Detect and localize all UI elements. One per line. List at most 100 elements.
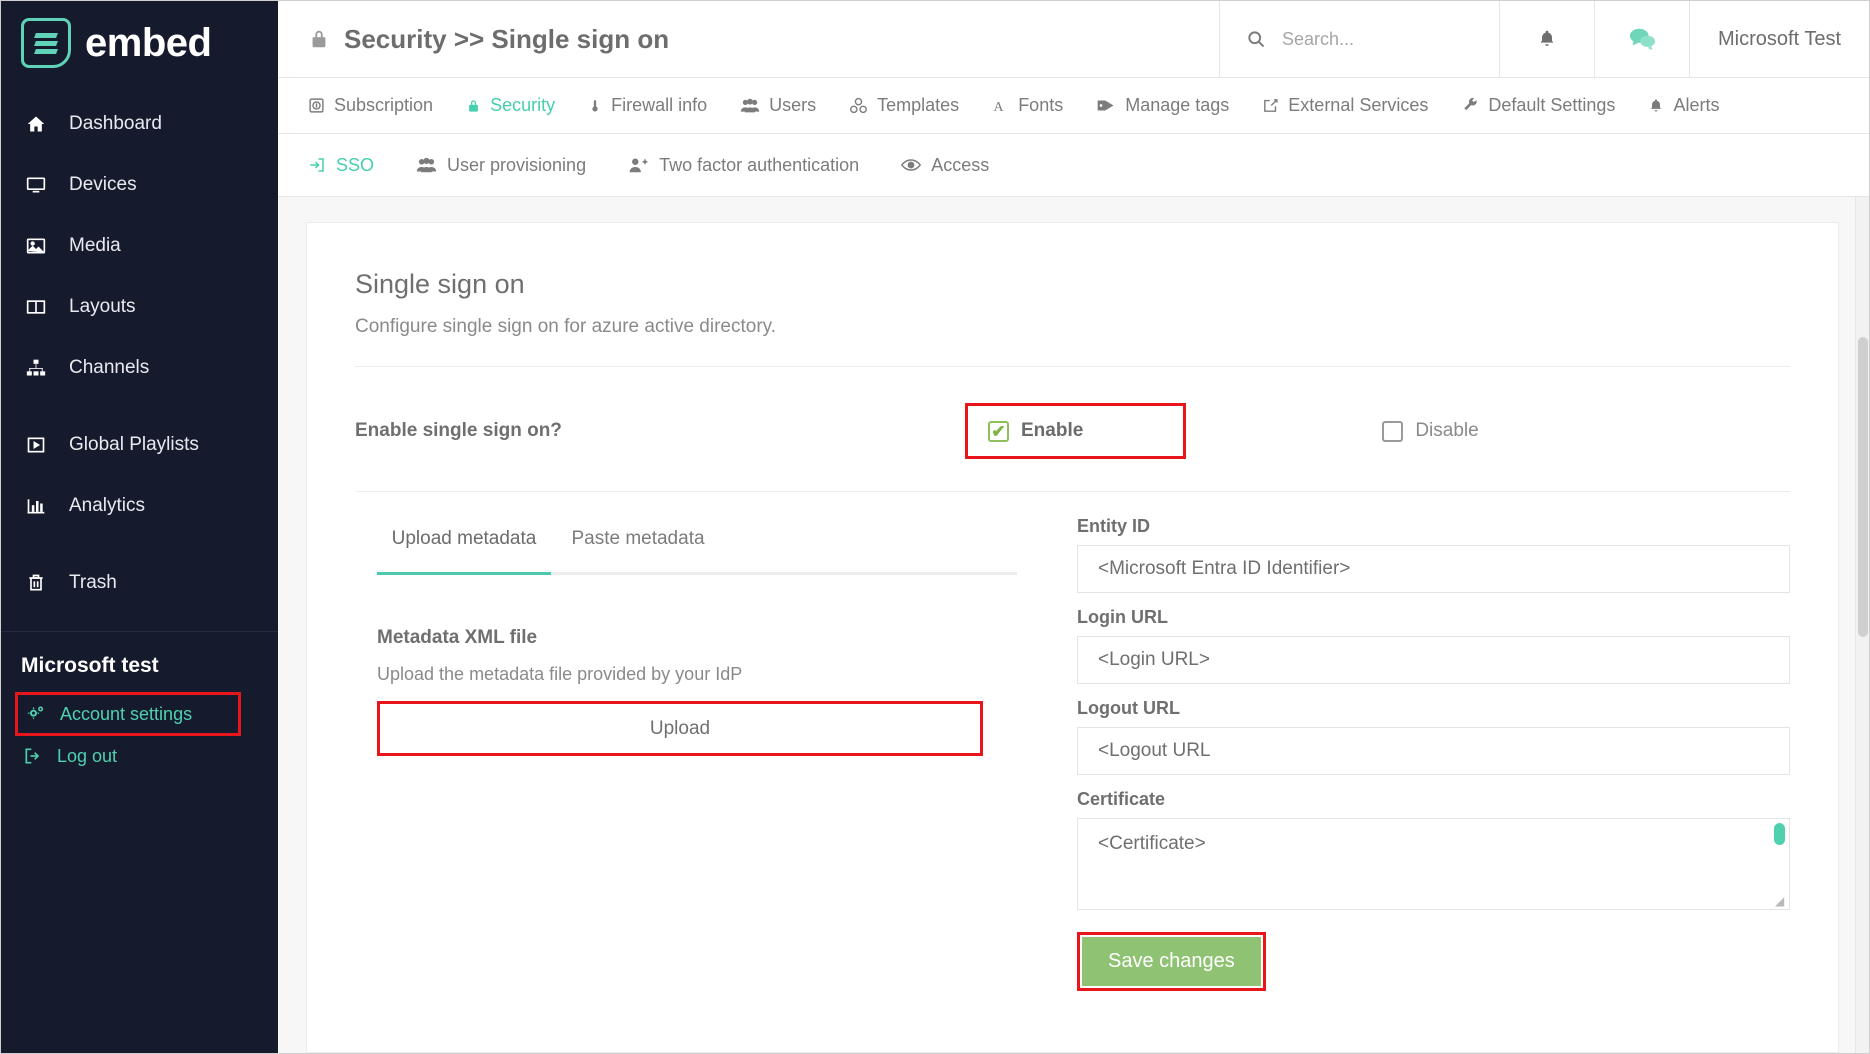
top-header: Security >> Single sign on Search... xyxy=(278,1,1869,78)
user-menu[interactable]: Microsoft Test xyxy=(1689,1,1869,77)
login-url-field[interactable]: <Login URL> xyxy=(1077,636,1790,684)
logout-url-field[interactable]: <Logout URL xyxy=(1077,727,1790,775)
dollar-circle-icon xyxy=(308,97,325,114)
brand-logo[interactable]: embed xyxy=(1,1,278,85)
subtab-user-provisioning[interactable]: User provisioning xyxy=(416,155,586,176)
metadata-tabs: Upload metadata Paste metadata xyxy=(377,492,1017,575)
tab-label: Fonts xyxy=(1018,95,1063,116)
tab-label: Alerts xyxy=(1673,95,1719,116)
tab-alerts[interactable]: Alerts xyxy=(1648,95,1736,116)
brand-name: embed xyxy=(85,21,211,66)
sidebar-item-dashboard[interactable]: Dashboard xyxy=(1,93,278,154)
main-area: Security >> Single sign on Search... xyxy=(278,1,1869,1053)
sidebar-item-label: Trash xyxy=(69,572,117,594)
tab-manage-tags[interactable]: Manage tags xyxy=(1096,95,1246,116)
disable-option[interactable]: ✔ Disable xyxy=(1382,420,1478,442)
sidebar-item-layouts[interactable]: Layouts xyxy=(1,276,278,337)
tab-label: Templates xyxy=(877,95,959,116)
save-changes-highlight: Save changes xyxy=(1077,932,1266,991)
lock-icon xyxy=(466,97,481,115)
tab-security[interactable]: Security xyxy=(466,95,572,116)
field-value: <Certificate> xyxy=(1098,833,1206,854)
enable-question-label: Enable single sign on? xyxy=(355,420,965,442)
certificate-field[interactable]: <Certificate> ◢ xyxy=(1077,818,1790,910)
save-changes-button[interactable]: Save changes xyxy=(1082,937,1261,986)
tab-users[interactable]: Users xyxy=(740,95,833,116)
lock-icon xyxy=(308,27,330,51)
upload-button[interactable]: Upload xyxy=(377,701,983,756)
tab-subscription[interactable]: Subscription xyxy=(308,95,450,116)
sidebar-item-label: Channels xyxy=(69,357,149,379)
sidebar-item-analytics[interactable]: Analytics xyxy=(1,475,278,536)
sidebar-item-media[interactable]: Media xyxy=(1,215,278,276)
font-icon: A xyxy=(992,97,1009,115)
checkbox-checked-icon: ✔ xyxy=(988,421,1009,442)
sidebar-item-account-settings[interactable]: Account settings xyxy=(15,692,241,736)
page-title-wrap: Security >> Single sign on xyxy=(278,1,1219,77)
external-link-icon xyxy=(1262,97,1279,114)
enable-option[interactable]: ✔ Enable xyxy=(965,403,1186,459)
notifications-button[interactable] xyxy=(1499,1,1594,77)
tab-templates[interactable]: Templates xyxy=(849,95,976,116)
bell-icon xyxy=(1648,97,1664,115)
tab-paste-metadata[interactable]: Paste metadata xyxy=(551,528,725,572)
sidebar-item-logout[interactable]: Log out xyxy=(19,736,278,776)
tab-label: Paste metadata xyxy=(571,528,704,549)
application-window: embed Dashboard Devices Media xyxy=(0,0,1870,1054)
card-divider xyxy=(355,366,1790,367)
svg-text:A: A xyxy=(994,98,1005,114)
sidebar-item-devices[interactable]: Devices xyxy=(1,154,278,215)
sidebar-item-global-playlists[interactable]: Global Playlists xyxy=(1,414,278,475)
tab-upload-metadata[interactable]: Upload metadata xyxy=(377,528,551,572)
sidebar-item-label: Media xyxy=(69,235,121,257)
account-name: Microsoft test xyxy=(19,654,278,678)
subtab-two-factor-authentication[interactable]: Two factor authentication xyxy=(628,155,859,176)
enable-sso-row: Enable single sign on? ✔ Enable ✔ Disabl… xyxy=(355,403,1790,459)
user-label: Microsoft Test xyxy=(1718,28,1841,51)
messages-button[interactable] xyxy=(1594,1,1689,77)
tab-fonts[interactable]: A Fonts xyxy=(992,95,1080,116)
tab-label: Users xyxy=(769,95,816,116)
disable-label: Disable xyxy=(1415,420,1478,442)
search-icon xyxy=(1246,29,1266,49)
enable-label: Enable xyxy=(1021,420,1083,442)
columns-icon xyxy=(23,297,49,317)
sidebar-item-label: Dashboard xyxy=(69,113,162,135)
sidebar-item-channels[interactable]: Channels xyxy=(1,337,278,398)
secondary-tabs: SSO User provisioning Two factor authent… xyxy=(278,134,1869,197)
subtab-sso[interactable]: SSO xyxy=(308,155,374,176)
scrollbar-thumb[interactable] xyxy=(1858,337,1868,637)
sidebar-account-section: Microsoft test Account settings Log out xyxy=(1,632,278,776)
subtab-label: User provisioning xyxy=(447,155,586,176)
bar-chart-icon xyxy=(23,496,49,516)
tab-label: Manage tags xyxy=(1125,95,1229,116)
trash-icon xyxy=(23,573,49,593)
sidebar-item-trash[interactable]: Trash xyxy=(1,552,278,613)
tab-label: Default Settings xyxy=(1488,95,1615,116)
login-url-label: Login URL xyxy=(1077,607,1790,628)
user-plus-icon xyxy=(628,156,649,174)
sidebar-item-label: Account settings xyxy=(60,704,192,725)
tab-firewall-info[interactable]: Firewall info xyxy=(588,95,724,116)
subtab-access[interactable]: Access xyxy=(901,155,989,176)
users-icon xyxy=(416,156,437,174)
tab-external-services[interactable]: External Services xyxy=(1262,95,1445,116)
search-input[interactable]: Search... xyxy=(1219,1,1499,77)
thermometer-icon xyxy=(588,97,602,115)
page-scrollbar[interactable] xyxy=(1855,197,1869,1053)
idp-details-pane: Entity ID <Microsoft Entra ID Identifier… xyxy=(1077,492,1790,991)
entity-id-field[interactable]: <Microsoft Entra ID Identifier> xyxy=(1077,545,1790,593)
tab-label: Security xyxy=(490,95,555,116)
play-square-icon xyxy=(23,435,49,455)
subtab-label: SSO xyxy=(336,155,374,176)
textarea-scrollbar[interactable] xyxy=(1774,823,1785,845)
tab-label: External Services xyxy=(1288,95,1428,116)
metadata-upload-section: Metadata XML file Upload the metadata fi… xyxy=(377,627,1045,756)
tab-default-settings[interactable]: Default Settings xyxy=(1461,95,1632,116)
search-placeholder: Search... xyxy=(1282,29,1354,50)
home-icon xyxy=(23,114,49,134)
bell-icon xyxy=(1537,28,1557,50)
content-area: Single sign on Configure single sign on … xyxy=(278,197,1869,1053)
resize-handle-icon[interactable]: ◢ xyxy=(1775,895,1787,907)
users-icon xyxy=(740,97,760,114)
